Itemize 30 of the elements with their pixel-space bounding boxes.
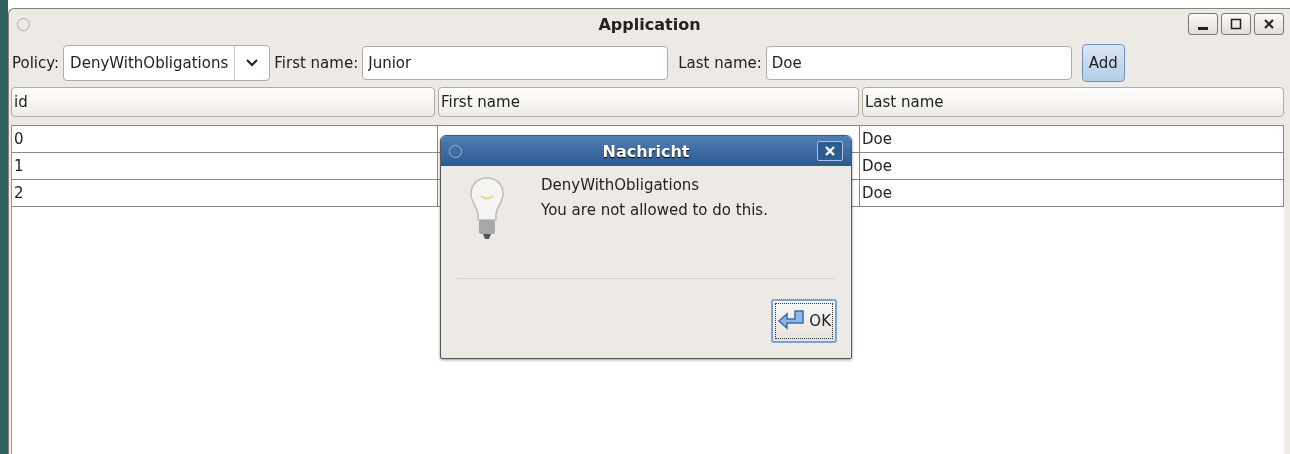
close-button[interactable] [817, 141, 843, 161]
add-button[interactable]: Add [1081, 44, 1125, 82]
last-name-label: Last name: [678, 54, 762, 72]
dialog-message: DenyWithObligations [541, 176, 701, 194]
table-cell: Doe [860, 153, 1284, 179]
minimize-button[interactable] [1188, 13, 1218, 35]
table-cell: 1 [12, 153, 438, 179]
window-title: Application [598, 14, 701, 34]
column-header[interactable]: Last name [862, 87, 1284, 117]
table-cell: Doe [860, 126, 1284, 152]
close-icon [1263, 18, 1275, 30]
first-name-label: First name: [274, 54, 359, 72]
last-name-field[interactable]: Doe [765, 46, 1072, 80]
dialog-title: Nachricht [602, 141, 690, 161]
light-bulb-icon [469, 176, 505, 242]
policy-dropdown[interactable]: DenyWithObligations [63, 45, 271, 81]
table-cell: Doe [860, 180, 1284, 206]
close-icon [824, 145, 836, 157]
column-header[interactable]: First name [438, 87, 859, 117]
dialog-message: You are not allowed to do this. [541, 201, 768, 219]
maximize-button[interactable] [1221, 13, 1251, 35]
minimize-icon [1198, 26, 1208, 30]
maximize-icon [1230, 18, 1242, 30]
ok-button[interactable]: OK [771, 299, 837, 343]
close-button[interactable] [1254, 13, 1284, 35]
column-header[interactable]: id [11, 87, 435, 117]
table-cell: 0 [12, 126, 438, 152]
first-name-field[interactable]: Junior [362, 46, 669, 80]
policy-label: Policy: [12, 54, 60, 72]
table-cell: 2 [12, 180, 438, 206]
